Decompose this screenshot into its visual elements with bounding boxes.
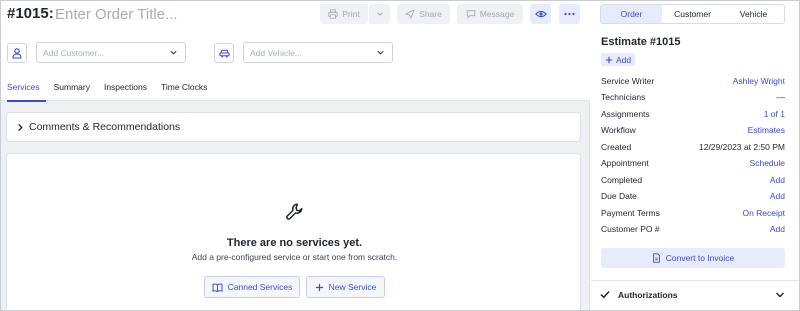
convert-to-invoice-button[interactable]: Convert to Invoice: [601, 248, 785, 268]
new-service-label: New Service: [328, 282, 377, 292]
wrench-icon: [286, 203, 303, 220]
details-sidebar: Order Customer Vehicle Estimate #1015 Ad…: [591, 1, 799, 310]
authorizations-section[interactable]: Authorizations: [591, 280, 799, 310]
customer-icon-button[interactable]: [7, 43, 27, 63]
preview-button[interactable]: [530, 4, 551, 24]
chevron-down-icon: [776, 292, 784, 298]
detail-key: Assignments: [601, 109, 650, 119]
main-area: #1015: Enter Order Title... Print Share …: [1, 1, 590, 310]
comments-title: Comments & Recommendations: [29, 121, 181, 133]
canned-services-label: Canned Services: [227, 282, 293, 292]
tab-services[interactable]: Services: [1, 78, 46, 102]
vehicle-select[interactable]: Add Vehicle...: [243, 42, 393, 63]
message-label: Message: [479, 9, 515, 19]
book-icon: [212, 282, 223, 292]
detail-key: Customer PO #: [601, 224, 660, 234]
car-icon: [218, 49, 230, 58]
print-label: Print: [342, 9, 360, 19]
detail-value-link[interactable]: Ashley Wright: [733, 76, 785, 90]
detail-value: —: [776, 92, 786, 102]
new-service-button[interactable]: New Service: [306, 276, 385, 298]
detail-key: Due Date: [601, 191, 637, 201]
detail-row-payment-terms: Payment Terms On Receipt: [601, 208, 785, 222]
share-label: Share: [419, 9, 442, 19]
detail-key: Service Writer: [601, 76, 655, 86]
canned-services-button[interactable]: Canned Services: [204, 276, 300, 298]
chevron-down-icon: [170, 50, 177, 55]
chevron-down-icon: [376, 12, 383, 16]
eye-icon: [534, 10, 547, 18]
add-button[interactable]: Add: [601, 53, 636, 66]
tab-order[interactable]: Order: [601, 5, 662, 23]
detail-value-link[interactable]: 1 of 1: [764, 109, 785, 123]
plus-icon: [605, 56, 613, 63]
order-header: #1015: Enter Order Title... Print Share …: [1, 1, 590, 102]
vehicle-select-placeholder: Add Vehicle...: [250, 47, 302, 58]
customer-select-placeholder: Add Customer...: [43, 47, 104, 58]
detail-value-link[interactable]: Add: [770, 191, 785, 205]
vehicle-icon-button[interactable]: [214, 43, 234, 63]
detail-row-due-date: Due Date Add: [601, 191, 785, 205]
customer-select[interactable]: Add Customer...: [36, 42, 186, 63]
chevron-right-icon: [18, 123, 23, 132]
estimate-title: Estimate #1015: [601, 36, 681, 48]
chevron-down-icon: [377, 50, 384, 55]
detail-value: 12/29/2023 at 2:50 PM: [698, 142, 785, 152]
document-icon: [652, 253, 660, 263]
detail-row-technicians: Technicians —: [601, 92, 785, 106]
more-options-button[interactable]: [559, 4, 580, 24]
detail-value-link[interactable]: Add: [770, 175, 785, 189]
detail-row-workflow: Workflow Estimates: [601, 125, 785, 139]
message-icon: [466, 10, 475, 19]
print-icon: [328, 9, 338, 19]
detail-row-appointment: Appointment Schedule: [601, 158, 785, 172]
tab-summary[interactable]: Summary: [46, 78, 96, 101]
share-icon: [405, 9, 416, 19]
more-icon: [564, 12, 575, 16]
detail-key: Appointment: [601, 158, 649, 168]
app-window: #1015: Enter Order Title... Print Share …: [0, 0, 800, 311]
print-button[interactable]: Print: [320, 4, 368, 24]
detail-value-link[interactable]: On Receipt: [742, 208, 785, 222]
sidebar-tabs: Order Customer Vehicle: [600, 4, 785, 24]
tab-vehicle[interactable]: Vehicle: [723, 5, 784, 23]
detail-value-link[interactable]: Schedule: [750, 158, 785, 172]
detail-key: Technicians: [601, 92, 646, 102]
convert-label: Convert to Invoice: [665, 253, 735, 263]
order-number: #1015:: [7, 5, 54, 22]
print-options-button[interactable]: [369, 4, 390, 24]
message-button[interactable]: Message: [457, 4, 523, 24]
services-panel: There are no services yet. Add a pre-con…: [6, 153, 581, 310]
detail-key: Completed: [601, 175, 643, 185]
tab-inspections[interactable]: Inspections: [96, 78, 153, 101]
tab-customer[interactable]: Customer: [662, 5, 723, 23]
comments-section[interactable]: Comments & Recommendations: [6, 112, 581, 142]
order-title-input[interactable]: Enter Order Title...: [55, 6, 178, 23]
order-tabs: Services Summary Inspections Time Clocks: [1, 78, 213, 102]
detail-value-link[interactable]: Add: [770, 224, 785, 238]
detail-value-link[interactable]: Estimates: [748, 125, 785, 139]
detail-row-created: Created 12/29/2023 at 2:50 PM: [601, 142, 785, 156]
authorizations-title: Authorizations: [618, 290, 678, 300]
detail-key: Workflow: [601, 125, 636, 135]
detail-row-assignments: Assignments 1 of 1: [601, 109, 785, 123]
empty-state-subtitle: Add a pre-configured service or start on…: [191, 252, 398, 262]
add-label: Add: [616, 54, 632, 65]
detail-row-completed: Completed Add: [601, 175, 785, 189]
plus-icon: [315, 283, 323, 291]
detail-row-service-writer: Service Writer Ashley Wright: [601, 76, 785, 90]
detail-row-customer-po: Customer PO # Add: [601, 224, 785, 238]
share-button[interactable]: Share: [397, 4, 450, 24]
user-icon: [12, 47, 22, 59]
detail-key: Payment Terms: [601, 208, 660, 218]
tab-time-clocks[interactable]: Time Clocks: [153, 78, 213, 101]
check-icon: [600, 290, 610, 299]
detail-key: Created: [601, 142, 632, 152]
empty-state-title: There are no services yet.: [226, 237, 363, 249]
